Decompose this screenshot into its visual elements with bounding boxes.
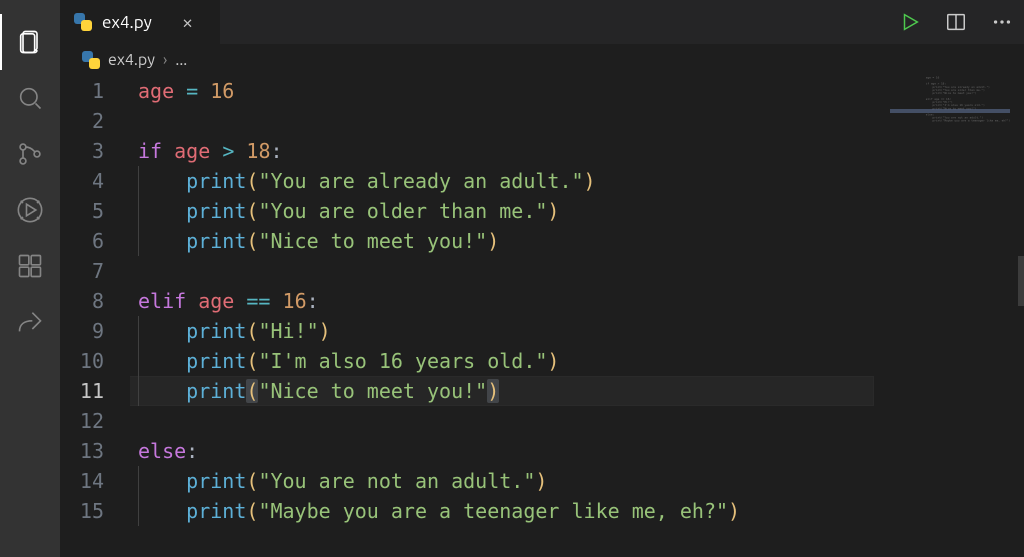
code-line[interactable]: if age > 18: [138, 136, 874, 166]
activity-live-share[interactable] [0, 294, 60, 350]
code-line[interactable]: elif age == 16: [138, 286, 874, 316]
breadcrumb-file: ex4.py [108, 51, 155, 69]
code-line[interactable]: print("Hi!") [138, 316, 874, 346]
code-editor[interactable]: 123456789101112131415 age = 16 if age > 1… [60, 76, 1024, 557]
code-body[interactable]: age = 16 if age > 18: print("You are alre… [138, 76, 874, 526]
chevron-right-icon: › [163, 51, 168, 69]
breadcrumb[interactable]: ex4.py › ... [60, 44, 1024, 76]
code-line[interactable]: print("You are not an adult.") [138, 466, 874, 496]
activity-explorer[interactable] [0, 14, 60, 70]
code-line[interactable] [138, 106, 874, 136]
code-line[interactable]: print("Maybe you are a teenager like me,… [138, 496, 874, 526]
breadcrumb-rest: ... [175, 51, 187, 69]
code-line[interactable]: print("You are older than me.") [138, 196, 874, 226]
tab-ex4-py[interactable]: ex4.py × [60, 0, 220, 44]
activity-bar [0, 0, 60, 557]
code-line[interactable]: print("You are already an adult.") [138, 166, 874, 196]
scrollbar-thumb[interactable] [1018, 256, 1024, 306]
code-line[interactable] [138, 256, 874, 286]
activity-search[interactable] [0, 70, 60, 126]
code-line[interactable] [138, 406, 874, 436]
code-line[interactable]: else: [138, 436, 874, 466]
more-actions-button[interactable] [990, 10, 1014, 34]
vscode-window: ex4.py × ex4.py › ... [0, 0, 1024, 557]
line-number-gutter: 123456789101112131415 [60, 76, 122, 526]
python-file-icon [82, 51, 100, 69]
code-line[interactable]: print("Nice to meet you!") [138, 226, 874, 256]
run-button[interactable] [898, 10, 922, 34]
code-line[interactable]: print("I'm also 16 years old.") [138, 346, 874, 376]
editor-tabs: ex4.py × [60, 0, 1024, 44]
split-editor-button[interactable] [944, 10, 968, 34]
minimap[interactable]: age = 16 if age > 18: print("You are alr… [890, 76, 1010, 557]
close-icon[interactable]: × [182, 12, 193, 32]
activity-extensions[interactable] [0, 238, 60, 294]
python-file-icon [74, 13, 92, 31]
activity-run-debug[interactable] [0, 182, 60, 238]
tab-label: ex4.py [102, 13, 152, 32]
code-line[interactable]: print("Nice to meet you!") [138, 376, 874, 406]
activity-source-control[interactable] [0, 126, 60, 182]
code-line[interactable]: age = 16 [138, 76, 874, 106]
